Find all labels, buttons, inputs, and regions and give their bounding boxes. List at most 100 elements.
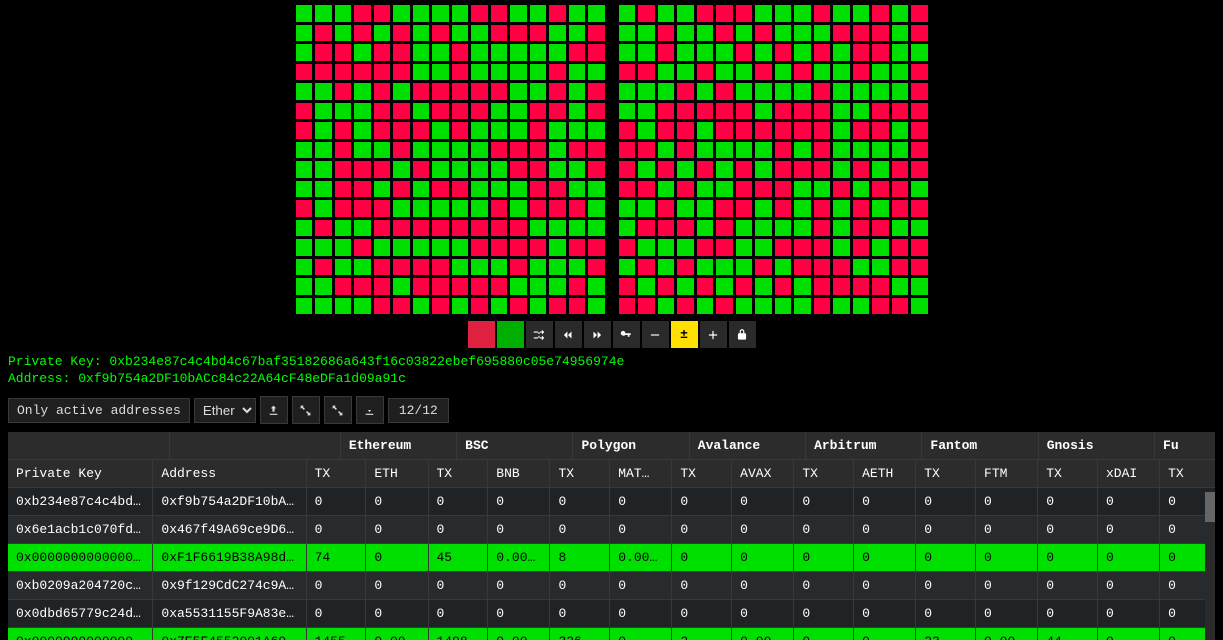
bit-cell[interactable] [891,160,910,179]
bit-cell[interactable] [412,141,431,160]
bit-cell[interactable] [657,43,676,62]
bit-cell[interactable] [509,297,528,316]
bit-cell[interactable] [529,43,548,62]
bit-cell[interactable] [314,160,333,179]
bit-cell[interactable] [715,238,734,257]
bit-cell[interactable] [696,121,715,140]
bit-cell[interactable] [891,102,910,121]
bit-cell[interactable] [696,238,715,257]
bit-cell[interactable] [696,277,715,296]
bit-cell[interactable] [754,277,773,296]
bit-cell[interactable] [754,4,773,23]
bit-cell[interactable] [735,102,754,121]
bit-cell[interactable] [696,43,715,62]
bit-cell[interactable] [618,141,637,160]
bit-cell[interactable] [451,43,470,62]
bit-cell[interactable] [587,24,606,43]
bit-cell[interactable] [568,199,587,218]
bit-cell[interactable] [392,180,411,199]
bit-cell[interactable] [910,82,929,101]
minus-button[interactable] [642,321,669,348]
bit-cell[interactable] [509,43,528,62]
bit-cell[interactable] [392,238,411,257]
bit-cell[interactable] [852,24,871,43]
bit-cell[interactable] [774,180,793,199]
bit-cell[interactable] [353,160,372,179]
bit-cell[interactable] [587,199,606,218]
bit-cell[interactable] [891,82,910,101]
bit-cell[interactable] [618,219,637,238]
bit-cell[interactable] [568,180,587,199]
bit-cell[interactable] [392,297,411,316]
bit-cell[interactable] [373,219,392,238]
bit-cell[interactable] [490,43,509,62]
bit-cell[interactable] [793,277,812,296]
bit-cell[interactable] [774,219,793,238]
bit-cell[interactable] [832,121,851,140]
bit-cell[interactable] [754,141,773,160]
bit-cell[interactable] [891,141,910,160]
bit-cell[interactable] [568,160,587,179]
bit-cell[interactable] [373,277,392,296]
bit-cell[interactable] [793,297,812,316]
bit-cell[interactable] [852,102,871,121]
bit-cell[interactable] [392,24,411,43]
bit-cell[interactable] [832,180,851,199]
bit-cell[interactable] [852,63,871,82]
bit-cell[interactable] [657,258,676,277]
bit-cell[interactable] [871,219,890,238]
bit-cell[interactable] [334,24,353,43]
bit-cell[interactable] [431,141,450,160]
bit-cell[interactable] [871,258,890,277]
bit-cell[interactable] [451,4,470,23]
bit-cell[interactable] [412,43,431,62]
bit-cell[interactable] [735,238,754,257]
bit-cell[interactable] [754,160,773,179]
bit-cell[interactable] [813,121,832,140]
bit-cell[interactable] [392,121,411,140]
bit-cell[interactable] [353,199,372,218]
bit-cell[interactable] [431,102,450,121]
bit-cell[interactable] [431,219,450,238]
bit-cell[interactable] [412,4,431,23]
bit-cell[interactable] [334,238,353,257]
bit-cell[interactable] [295,4,314,23]
bit-cell[interactable] [637,141,656,160]
bit-cell[interactable] [529,141,548,160]
bit-cell[interactable] [754,219,773,238]
bit-cell[interactable] [715,199,734,218]
bit-cell[interactable] [891,43,910,62]
bit-cell[interactable] [529,219,548,238]
bit-cell[interactable] [509,121,528,140]
bit-cell[interactable] [392,160,411,179]
bit-cell[interactable] [451,297,470,316]
bit-cell[interactable] [568,82,587,101]
bit-cell[interactable] [871,297,890,316]
bit-cell[interactable] [568,43,587,62]
bit-cell[interactable] [871,121,890,140]
bit-cell[interactable] [735,180,754,199]
bit-cell[interactable] [618,24,637,43]
bit-cell[interactable] [910,141,929,160]
bit-cell[interactable] [618,199,637,218]
bit-cell[interactable] [696,24,715,43]
bit-cell[interactable] [852,141,871,160]
bit-cell[interactable] [891,180,910,199]
bit-cell[interactable] [412,102,431,121]
bit-cell[interactable] [676,4,695,23]
bit-cell[interactable] [793,219,812,238]
bit-cell[interactable] [793,43,812,62]
bit-cell[interactable] [774,121,793,140]
lock-button[interactable] [729,321,756,348]
bit-cell[interactable] [470,141,489,160]
bit-cell[interactable] [353,219,372,238]
bit-cell[interactable] [910,219,929,238]
bit-cell[interactable] [910,160,929,179]
bit-cell[interactable] [314,277,333,296]
bit-cell[interactable] [568,63,587,82]
bit-cell[interactable] [568,141,587,160]
bit-cell[interactable] [637,297,656,316]
bit-cell[interactable] [871,82,890,101]
bit-cell[interactable] [314,24,333,43]
bit-cell[interactable] [295,219,314,238]
